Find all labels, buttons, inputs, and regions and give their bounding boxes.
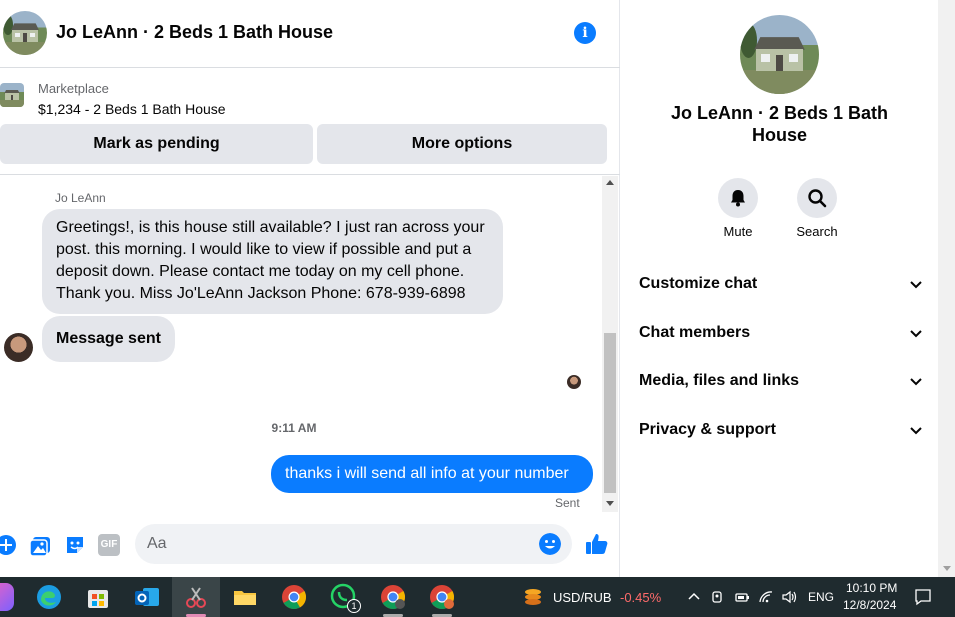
message-input-box[interactable] — [135, 524, 572, 564]
search-button[interactable]: Search — [785, 178, 849, 239]
message-input[interactable] — [147, 534, 527, 554]
file-explorer-icon[interactable] — [231, 583, 259, 611]
info-icon[interactable]: i — [574, 22, 596, 44]
mark-pending-button[interactable]: Mark as pending — [0, 124, 313, 164]
edge-icon[interactable] — [35, 583, 63, 611]
customize-chat-row[interactable]: Customize chat — [639, 269, 924, 299]
page-scrollbar[interactable] — [938, 0, 955, 577]
info-title: Jo LeAnn · 2 Beds 1 Bath House — [621, 102, 938, 146]
message-bubble-outgoing[interactable]: thanks i will send all info at your numb… — [271, 455, 593, 493]
volume-icon[interactable] — [781, 589, 797, 605]
more-options-button[interactable]: More options — [317, 124, 607, 164]
delivery-status: Sent — [555, 496, 580, 510]
plus-circle-icon[interactable] — [0, 534, 17, 556]
thumbs-up-icon[interactable] — [585, 532, 609, 556]
message-bubble-incoming[interactable]: Greetings!, is this house still availabl… — [42, 209, 503, 314]
gif-icon[interactable]: GIF — [98, 534, 120, 556]
marketplace-label: Marketplace — [38, 81, 109, 96]
ticker-change: -0.45% — [620, 590, 662, 605]
notification-icon[interactable] — [914, 588, 932, 606]
search-label: Search — [796, 224, 838, 239]
photo-icon[interactable] — [30, 534, 52, 556]
marketplace-banner: Marketplace $1,234 - 2 Beds 1 Bath House… — [0, 69, 620, 175]
copilot-icon[interactable] — [0, 583, 14, 611]
menu-label: Media, files and links — [639, 372, 800, 389]
outlook-icon[interactable] — [133, 583, 161, 611]
sender-avatar[interactable] — [4, 333, 33, 362]
sender-name: Jo LeAnn — [55, 191, 106, 205]
microsoft-store-icon[interactable] — [84, 583, 112, 611]
message-line: post. this morning. I would like to view… — [56, 241, 472, 258]
scroll-up-arrow-icon[interactable] — [606, 180, 614, 185]
snipping-tool-icon[interactable] — [182, 583, 210, 611]
message-list: Jo LeAnn Greetings!, is this house still… — [0, 176, 602, 512]
webcam-icon[interactable] — [710, 589, 726, 605]
scroll-thumb[interactable] — [604, 333, 616, 493]
clock-time[interactable]: 10:10 PM — [846, 581, 897, 595]
chevron-down-icon[interactable] — [908, 422, 924, 438]
menu-label: Chat members — [639, 324, 751, 341]
message-line: Thank you. Miss Jo'LeAnn Jackson Phone: … — [56, 285, 466, 302]
listing-title[interactable]: $1,234 - 2 Beds 1 Bath House — [38, 101, 226, 117]
search-icon[interactable] — [797, 178, 837, 218]
input-language[interactable]: ENG — [808, 590, 834, 604]
chat-title[interactable]: Jo LeAnn · 2 Beds 1 Bath House — [56, 22, 333, 43]
mute-button[interactable]: Mute — [706, 178, 770, 239]
scroll-down-arrow-icon[interactable] — [943, 566, 951, 571]
message-text: Message sent — [56, 330, 161, 347]
conversation-info-pane: Jo LeAnn · 2 Beds 1 Bath House Mute Sear… — [621, 0, 938, 577]
message-timestamp: 9:11 AM — [271, 421, 317, 435]
chevron-down-icon[interactable] — [908, 276, 924, 292]
bell-icon[interactable] — [718, 178, 758, 218]
privacy-support-row[interactable]: Privacy & support — [639, 415, 924, 445]
info-avatar[interactable] — [740, 15, 819, 94]
read-receipt-avatar — [567, 375, 581, 389]
mute-label: Mute — [723, 224, 753, 239]
scroll-down-arrow-icon[interactable] — [606, 501, 614, 506]
messenger-window: Jo LeAnn · 2 Beds 1 Bath House i Marketp… — [0, 0, 955, 577]
battery-icon[interactable] — [734, 589, 750, 605]
chat-avatar[interactable] — [3, 11, 47, 55]
listing-thumbnail[interactable] — [0, 83, 24, 107]
ticker-label[interactable]: USD/RUB — [553, 590, 612, 605]
chevron-up-icon[interactable] — [686, 589, 702, 605]
info-title-text: Jo LeAnn · 2 Beds 1 Bath House — [670, 103, 889, 145]
whatsapp-badge: 1 — [347, 599, 361, 613]
gif-label: GIF — [100, 539, 118, 550]
chevron-down-icon[interactable] — [908, 373, 924, 389]
emoji-icon[interactable] — [539, 533, 561, 555]
badge-count: 1 — [351, 601, 357, 611]
chat-members-row[interactable]: Chat members — [639, 318, 924, 348]
message-scrollbar[interactable] — [602, 176, 618, 512]
chrome-profile-icon[interactable] — [379, 583, 407, 611]
message-bubble-incoming[interactable]: Message sent — [42, 316, 175, 362]
menu-label: Privacy & support — [639, 421, 776, 438]
windows-taskbar: 1 USD/RUB -0.45% ENG 10:10 PM 12/8/2024 — [0, 577, 955, 617]
message-line: deposit down. Please contact me today on… — [56, 263, 465, 280]
message-text: thanks i will send all info at your numb… — [285, 465, 569, 482]
chrome-profile-icon[interactable] — [428, 583, 456, 611]
sticker-icon[interactable] — [64, 534, 86, 556]
message-line: Greetings!, is this house still availabl… — [56, 219, 485, 236]
media-files-links-row[interactable]: Media, files and links — [639, 366, 924, 396]
chat-header: Jo LeAnn · 2 Beds 1 Bath House i — [0, 0, 620, 68]
chevron-down-icon[interactable] — [908, 325, 924, 341]
chrome-icon[interactable] — [280, 583, 308, 611]
menu-label: Customize chat — [639, 275, 758, 292]
composer-bar: GIF — [0, 517, 620, 573]
chat-pane: Jo LeAnn · 2 Beds 1 Bath House i Marketp… — [0, 0, 620, 577]
clock-date[interactable]: 12/8/2024 — [843, 598, 896, 612]
wifi-icon[interactable] — [758, 589, 774, 605]
currency-widget-icon[interactable] — [522, 586, 544, 608]
